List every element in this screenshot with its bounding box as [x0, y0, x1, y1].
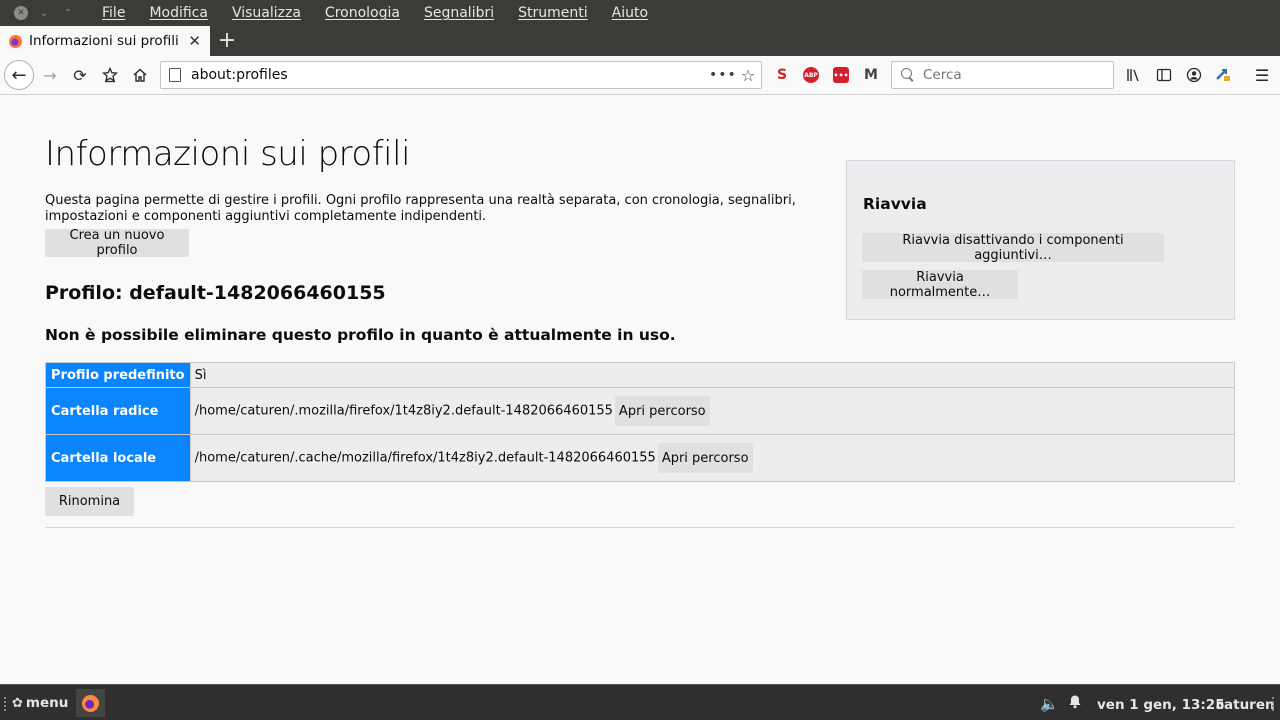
- local-folder-label: Cartella locale: [45, 434, 191, 482]
- create-profile-button[interactable]: Crea un nuovo profilo: [45, 228, 189, 258]
- bookmark-star-icon[interactable]: ☆: [735, 66, 761, 85]
- hamburger-menu-icon[interactable]: ☰: [1252, 63, 1272, 87]
- profile-heading: Profilo: default-1482066460155: [45, 282, 386, 304]
- volume-icon[interactable]: 🔈: [1040, 695, 1059, 713]
- gmail-icon[interactable]: M: [863, 67, 879, 83]
- user-menu[interactable]: caturen: [1216, 697, 1275, 713]
- close-window-icon[interactable]: ✕: [14, 6, 28, 20]
- local-folder-path: /home/caturen/.cache/mozilla/firefox/1t4…: [194, 450, 656, 466]
- tab-close-icon[interactable]: ✕: [188, 32, 201, 50]
- search-icon: [901, 68, 915, 82]
- bookmarks-star-icon[interactable]: [98, 63, 122, 87]
- root-folder-path: /home/caturen/.mozilla/firefox/1t4z8iy2.…: [194, 403, 613, 419]
- home-icon[interactable]: [128, 63, 152, 87]
- restart-without-addons-button[interactable]: Riavvia disattivando i componenti aggiun…: [862, 233, 1164, 263]
- library-icon[interactable]: [1124, 63, 1144, 87]
- rename-button[interactable]: Rinomina: [45, 487, 134, 516]
- url-bar[interactable]: about:profiles ••• ☆: [160, 61, 762, 89]
- sidebar-icon[interactable]: [1154, 63, 1174, 87]
- panel-grip-right-icon[interactable]: [1272, 697, 1276, 711]
- adblock-plus-icon[interactable]: ABP: [803, 67, 819, 83]
- taskbar: ✿ menu 🔈 ven 1 gen, 13:25 caturen: [0, 684, 1280, 720]
- restart-panel: Riavvia Riavvia disattivando i component…: [846, 160, 1235, 320]
- open-local-folder-button[interactable]: Apri percorso: [657, 443, 753, 473]
- search-bar[interactable]: [891, 61, 1114, 89]
- divider: [45, 527, 1235, 528]
- navigation-bar: ← → ⟳ about:profiles ••• ☆ S ABP ••• M ☰: [0, 56, 1280, 95]
- panel-grip-icon[interactable]: [4, 697, 8, 711]
- menu-edit[interactable]: Modifica: [137, 5, 220, 21]
- page-content: Informazioni sui profili Questa pagina p…: [0, 96, 1280, 684]
- restart-normally-button[interactable]: Riavvia normalmente…: [862, 270, 1018, 300]
- menu-list: File Modifica Visualizza Cronologia Segn…: [90, 5, 660, 21]
- root-folder-cell: /home/caturen/.mozilla/firefox/1t4z8iy2.…: [189, 387, 1236, 435]
- local-folder-cell: /home/caturen/.cache/mozilla/firefox/1t4…: [189, 434, 1236, 482]
- new-tab-button[interactable]: +: [216, 27, 238, 55]
- open-root-folder-button[interactable]: Apri percorso: [614, 396, 710, 426]
- url-text[interactable]: about:profiles: [191, 67, 709, 83]
- table-row: Cartella locale /home/caturen/.cache/moz…: [45, 434, 1236, 482]
- account-icon[interactable]: [1184, 63, 1204, 87]
- tab-title: Informazioni sui profili: [29, 33, 179, 49]
- firefox-taskbar-icon[interactable]: [82, 695, 99, 712]
- tab-profiles[interactable]: Informazioni sui profili ✕: [0, 26, 210, 56]
- reload-button[interactable]: ⟳: [68, 63, 92, 87]
- back-button[interactable]: ←: [4, 60, 34, 90]
- menu-bar: ✕ ⌄ ⌃ File Modifica Visualizza Cronologi…: [0, 0, 1280, 26]
- menu-tools[interactable]: Strumenti: [506, 5, 600, 21]
- root-folder-label: Cartella radice: [45, 387, 191, 435]
- default-profile-value: Sì: [189, 362, 1236, 388]
- profile-in-use-message: Non è possibile eliminare questo profilo…: [45, 326, 676, 344]
- menu-view[interactable]: Visualizza: [220, 5, 313, 21]
- profile-table: Profilo predefinito Sì Cartella radice /…: [45, 362, 1236, 482]
- menu-file[interactable]: File: [90, 5, 137, 21]
- lastpass-icon[interactable]: •••: [833, 67, 849, 83]
- mate-menu-icon: ✿: [12, 695, 23, 711]
- menu-launcher-label: menu: [25, 695, 69, 711]
- firefox-favicon-icon: [9, 34, 22, 48]
- menu-launcher[interactable]: ✿ menu: [12, 695, 68, 711]
- table-row: Profilo predefinito Sì: [45, 362, 1236, 388]
- extension-arrow-icon[interactable]: [1213, 63, 1233, 87]
- notification-bell-icon[interactable]: [1068, 694, 1082, 713]
- menu-history[interactable]: Cronologia: [313, 5, 412, 21]
- restart-title: Riavvia: [863, 195, 927, 213]
- page-actions-icon[interactable]: •••: [709, 67, 736, 83]
- page-title: Informazioni sui profili: [45, 134, 411, 174]
- extension-s-icon[interactable]: S: [774, 67, 790, 83]
- search-input[interactable]: [923, 67, 1103, 83]
- maximize-window-icon[interactable]: ⌃: [60, 6, 76, 20]
- menu-help[interactable]: Aiuto: [600, 5, 660, 21]
- tab-bar: Informazioni sui profili ✕ +: [0, 26, 1280, 56]
- menu-bookmarks[interactable]: Segnalibri: [412, 5, 506, 21]
- clock[interactable]: ven 1 gen, 13:25: [1097, 697, 1225, 713]
- page-description: Questa pagina permette di gestire i prof…: [45, 193, 796, 224]
- table-row: Cartella radice /home/caturen/.mozilla/f…: [45, 387, 1236, 435]
- minimize-window-icon[interactable]: ⌄: [36, 6, 52, 20]
- page-icon: [169, 68, 181, 82]
- forward-button[interactable]: →: [38, 63, 62, 87]
- default-profile-label: Profilo predefinito: [45, 362, 191, 388]
